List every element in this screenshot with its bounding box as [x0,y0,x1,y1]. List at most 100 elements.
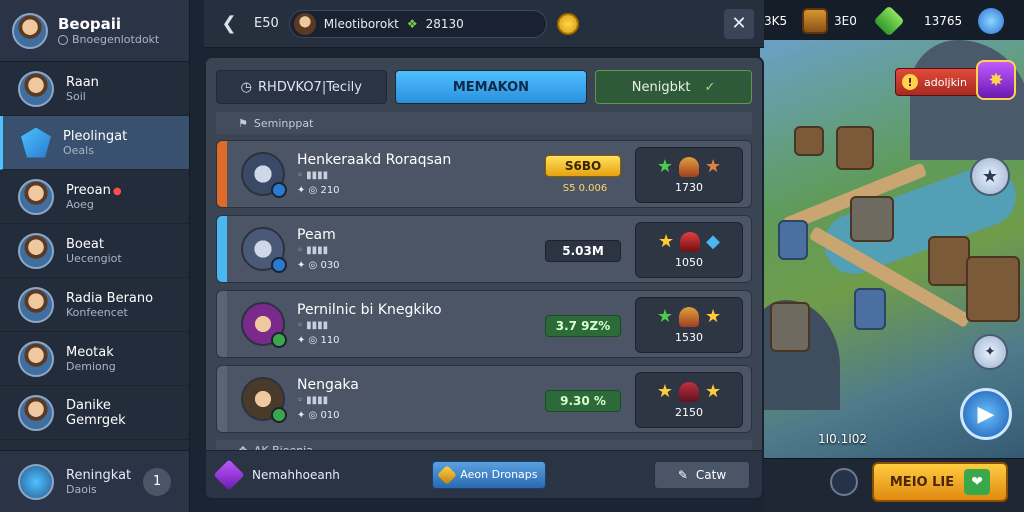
resource-chest[interactable]: 3E0 [802,6,857,36]
profile-card[interactable]: Beopaii Bnoegenlotdokt [0,0,189,62]
sidebar-item-6[interactable]: Danike Gemrgek [0,386,189,440]
resource-gem-green[interactable]: 13765 [873,5,963,37]
primary-button[interactable]: Aeon Dronaps [431,460,546,489]
profile-subtitle: Bnoegenlotdokt [72,33,160,46]
sidebar-bottom-item[interactable]: Reningkat Daois 1 [0,450,189,512]
reward-value: 1050 [675,255,703,269]
sidebar-item-2[interactable]: Preoan ● Aoeg [0,170,189,224]
sidebar-item-label: Radia Berano [66,290,154,306]
map-building[interactable] [966,256,1020,322]
play-button[interactable]: ▶ [960,388,1012,440]
sidebar-item-sub: Uecengiot [66,251,122,265]
mission-list: Henkeraakd Roraqsan ◦ ▮▮▮▮ ✦ ◎ 210 S6BO … [206,134,762,433]
sidebar-item-sub: Soil [66,89,86,103]
tab-label: MEMAKON [452,79,530,95]
row-stats: ✦ ◎ 030 [297,260,340,271]
alert-icon: ! [902,74,918,90]
sidebar-item-5[interactable]: Meotak Demiong [0,332,189,386]
row-subline: ◦ ▮▮▮▮ [297,320,329,331]
back-arrow-icon[interactable]: ❮ [214,9,244,39]
reward-value: 2150 [675,405,703,419]
avatar [18,70,54,107]
row-title: Nengaka [297,377,359,393]
star-icon: ★ [705,380,722,402]
start-button[interactable]: MEIO LIE ❤ [872,462,1008,502]
list-item[interactable]: Nengaka ◦ ▮▮▮▮ ✦ ◎ 010 9.30 % ★ ★ 2150 [216,365,752,433]
list-item[interactable]: Henkeraakd Roraqsan ◦ ▮▮▮▮ ✦ ◎ 210 S6BO … [216,140,752,208]
player-chip[interactable]: Mleotiborokt ❖ 28130 [288,9,547,38]
row-subline: ◦ ▮▮▮▮ [297,245,329,256]
settings-icon [58,34,68,45]
row-subline: ◦ ▮▮▮▮ [297,395,329,406]
row-title: Peam [297,227,336,243]
close-icon[interactable]: ✕ [724,8,754,39]
button-label: Aeon Dronaps [460,468,538,481]
button-label: MEIO LIE [889,474,955,490]
count-badge: 1 [143,467,171,496]
map-building[interactable] [778,220,808,260]
sidebar-item-sub: Demiong [66,359,116,373]
sidebar-item-sub: Daois [66,482,97,496]
badge-icon [271,257,287,273]
map-building[interactable] [854,288,886,330]
value-pill[interactable]: 3.7 9Z% [545,315,621,337]
avatar [241,302,287,348]
sidebar-item-4[interactable]: Radia Berano Konfeencet [0,278,189,332]
value-pill[interactable]: 5.03M [545,240,621,262]
shield-badge-icon[interactable]: ✸ [976,60,1016,100]
row-stats: ✦ ◎ 010 [297,410,340,421]
category-button[interactable]: ✎ Catw [654,460,750,489]
sidebar-item-1[interactable]: Pleolingat Oeals [0,116,189,170]
map-tool-button[interactable]: ✦ [972,334,1008,370]
list-item[interactable]: Pernilnic bi Knegkiko ◦ ▮▮▮▮ ✦ ◎ 110 3.7… [216,290,752,358]
heart-icon: ❤ [964,469,991,495]
ranking-icon [18,463,54,500]
compass-icon[interactable] [830,468,858,496]
row-stripe [217,366,227,432]
sidebar-item-0[interactable]: Raan Soil [0,62,189,116]
star-icon: ★ [658,230,675,252]
reward-value: 1730 [675,180,703,194]
map-building[interactable] [928,236,970,286]
tab-0[interactable]: ◷ RHDVKO7|Tecily [216,70,387,104]
map-building[interactable] [770,302,810,352]
star-button[interactable]: ★ [970,156,1010,196]
button-label: Catw [695,467,727,482]
reward-box[interactable]: ★ ★ 1530 [635,297,743,353]
map-building[interactable] [850,196,894,242]
sidebar-item-3[interactable]: Boeat Uecengiot [0,224,189,278]
reward-pill[interactable]: S6BO [545,155,621,177]
avatar [241,377,287,423]
star-icon: ◆ [706,230,720,252]
row-title: Pernilnic bi Knegkiko [297,302,442,318]
coin-icon[interactable] [556,12,579,35]
resource-gem-blue[interactable] [978,6,1004,36]
alert-label: adoljkin [924,75,967,89]
map-building[interactable] [836,126,874,170]
section-header: ⚑ Seminppat [216,112,752,134]
gem-icon [213,458,245,491]
tab-2[interactable]: Nenigbkt ✓ [595,70,752,104]
star-icon: ★ [705,155,722,177]
badge-icon [271,407,287,423]
sidebar-item-label: Danike Gemrgek [66,397,126,428]
pill-sub: S5 0.006 [562,183,608,194]
star-icon: ★ [705,305,722,327]
top-bar: ❮ E50 Mleotiborokt ❖ 28130 ✕ [204,0,764,48]
tab-1[interactable]: MEMAKON [394,70,588,104]
value-pill[interactable]: 9.30 % [545,390,621,412]
list-item[interactable]: Peam ◦ ▮▮▮▮ ✦ ◎ 030 5.03M ★ ◆ 1050 [216,215,752,283]
sparkle-icon: ✦ [984,344,996,360]
profile-name: Beopaii [58,15,122,33]
pencil-icon: ✎ [677,467,688,482]
resource-value: 13765 [924,14,963,28]
tab-label: Nenigbkt [631,79,691,95]
reward-box[interactable]: ★ ◆ 1050 [635,222,743,278]
play-icon: ▶ [977,401,995,427]
resource-hint: 3K5 [764,6,787,36]
helmet-icon [679,156,699,177]
row-stats: ✦ ◎ 210 [297,185,340,196]
map-building[interactable] [794,126,824,156]
reward-box[interactable]: ★ ★ 1730 [635,147,743,203]
reward-box[interactable]: ★ ★ 2150 [635,372,743,428]
